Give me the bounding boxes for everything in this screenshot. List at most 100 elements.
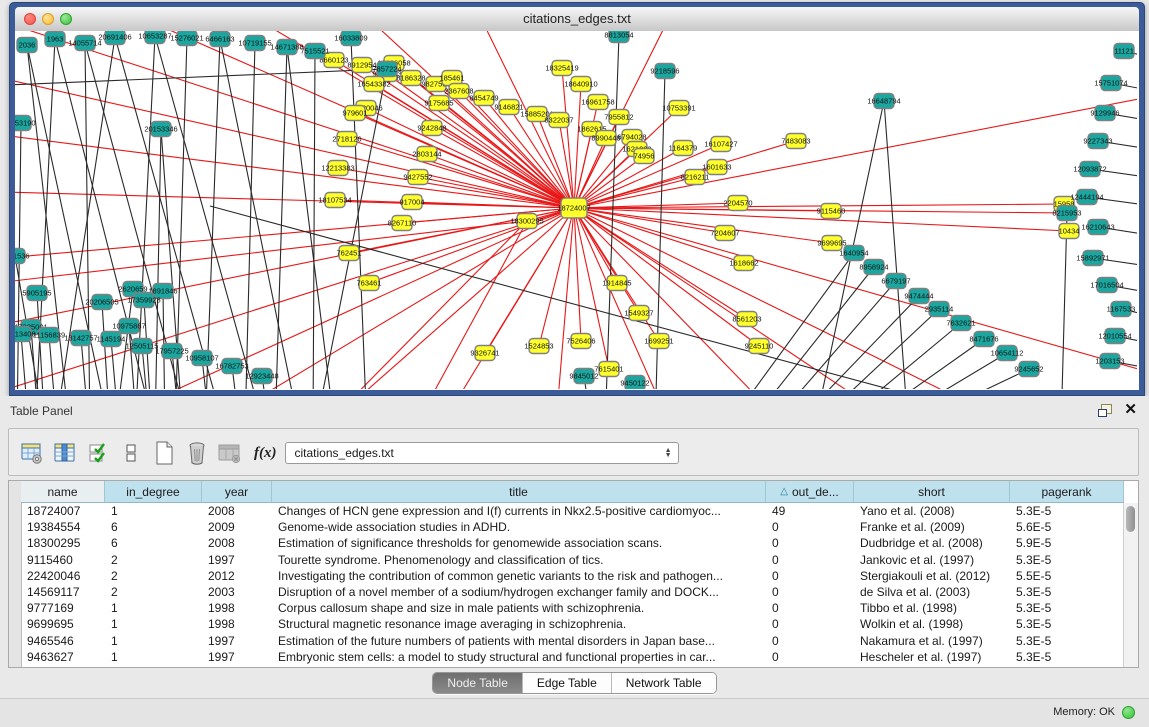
column-header-name[interactable]: name	[21, 481, 105, 503]
graph-node[interactable]: 18724007	[557, 198, 590, 218]
table-cell[interactable]: Yano et al. (2008)	[854, 504, 1010, 518]
graph-node[interactable]: 5905195	[22, 286, 51, 301]
table-cell[interactable]: 5.6E-5	[1010, 520, 1124, 534]
graph-node[interactable]: 8471676	[969, 332, 998, 347]
graph-node[interactable]: 7615401	[594, 362, 623, 377]
graph-node[interactable]: 12923448	[245, 369, 278, 384]
select-columns-icon[interactable]	[52, 440, 78, 466]
table-cell[interactable]: Investigating the contribution of common…	[272, 569, 766, 583]
table-row[interactable]: 969969511998Structural magnetic resonanc…	[21, 616, 1124, 632]
graph-node[interactable]: 12444194	[1070, 190, 1103, 205]
table-cell[interactable]: 1	[105, 650, 202, 664]
graph-node[interactable]: 1640954	[839, 246, 868, 261]
table-cell[interactable]: 1997	[202, 553, 272, 567]
graph-node[interactable]: 8215953	[1052, 206, 1081, 221]
graph-node[interactable]: 9326741	[470, 346, 499, 361]
graph-node[interactable]: 8813054	[604, 31, 633, 43]
table-cell[interactable]: Corpus callosum shape and size in male p…	[272, 601, 766, 615]
table-cell[interactable]: 22420046	[21, 569, 105, 583]
table-cell[interactable]: 19384554	[21, 520, 105, 534]
tab-edge-table[interactable]: Edge Table	[523, 673, 612, 693]
graph-node[interactable]: 20206505	[85, 295, 118, 310]
table-cell[interactable]: Tibbo et al. (1998)	[854, 601, 1010, 615]
graph-node[interactable]: 1524853	[524, 339, 553, 354]
table-cell[interactable]: 18300295	[21, 536, 105, 550]
graph-node[interactable]: 1618662	[729, 256, 758, 271]
table-row[interactable]: 911546021997Tourette syndrome. Phenomeno…	[21, 552, 1124, 568]
graph-node[interactable]: 8216211	[681, 170, 710, 185]
table-cell[interactable]: 5.3E-5	[1010, 634, 1124, 648]
table-cell[interactable]: 5.3E-5	[1010, 601, 1124, 615]
table-cell[interactable]: Nakamura et al. (1997)	[854, 634, 1010, 648]
graph-node[interactable]: 9845012	[569, 369, 598, 384]
table-cell[interactable]: Estimation of significance thresholds fo…	[272, 536, 766, 550]
graph-node[interactable]: 17957225	[155, 344, 188, 359]
table-cell[interactable]: 5.3E-5	[1010, 617, 1124, 631]
table-cell[interactable]: 9465546	[21, 634, 105, 648]
table-cell[interactable]: 1997	[202, 650, 272, 664]
graph-node[interactable]: 1914845	[602, 276, 631, 291]
graph-node[interactable]: 9146821	[494, 100, 523, 115]
column-header-title[interactable]: title	[272, 481, 766, 503]
table-cell[interactable]: 1	[105, 617, 202, 631]
table-cell[interactable]: Genome-wide association studies in ADHD.	[272, 520, 766, 534]
graph-node[interactable]: 9245110	[745, 339, 774, 354]
column-header-pagerank[interactable]: pagerank	[1010, 481, 1124, 503]
graph-node[interactable]: 10654112	[991, 346, 1024, 361]
graph-node[interactable]: 16961758	[581, 95, 614, 110]
table-cell[interactable]: Embryonic stem cells: a model to study s…	[272, 650, 766, 664]
table-cell[interactable]: 0	[766, 585, 854, 599]
window-titlebar[interactable]: citations_edges.txt	[15, 7, 1139, 32]
tab-network-table[interactable]: Network Table	[612, 673, 716, 693]
table-cell[interactable]: 18724007	[21, 504, 105, 518]
graph-node[interactable]: 9427552	[403, 170, 432, 185]
table-cell[interactable]: 9699695	[21, 617, 105, 631]
graph-node[interactable]: 979601	[342, 106, 367, 121]
table-row[interactable]: 1456911722003Disruption of a novel membe…	[21, 584, 1124, 600]
table-row[interactable]: 977716911998Corpus callosum shape and si…	[21, 600, 1124, 616]
graph-node[interactable]: 7955812	[604, 110, 633, 125]
graph-node[interactable]: 9474444	[904, 289, 933, 304]
graph-node[interactable]: 12213383	[321, 161, 354, 176]
table-cell[interactable]: 2	[105, 585, 202, 599]
table-cell[interactable]: 0	[766, 569, 854, 583]
table-cell[interactable]: Changes of HCN gene expression and I(f) …	[272, 504, 766, 518]
graph-node[interactable]: 9115460	[817, 204, 846, 219]
table-cell[interactable]: Wolkin et al. (1998)	[854, 617, 1010, 631]
column-header-out_de[interactable]: △out_de...	[766, 481, 854, 503]
table-row[interactable]: 1830029562008Estimation of significance …	[21, 535, 1124, 551]
table-row[interactable]: 2242004622012Investigating the contribut…	[21, 568, 1124, 584]
graph-node[interactable]: 1991536	[15, 249, 30, 264]
table-cell[interactable]: Dudbridge et al. (2008)	[854, 536, 1010, 550]
graph-node[interactable]: 10958107	[185, 351, 218, 366]
graph-node[interactable]: 14671388	[270, 40, 303, 55]
graph-node[interactable]: 15892971	[1076, 251, 1109, 266]
graph-node[interactable]: 1167533	[1107, 302, 1136, 317]
graph-node[interactable]: 20691406	[98, 31, 131, 45]
graph-node[interactable]: 8267110	[388, 216, 417, 231]
table-cell[interactable]: 0	[766, 634, 854, 648]
table-cell[interactable]: Structural magnetic resonance image aver…	[272, 617, 766, 631]
graph-node[interactable]: 15751074	[1094, 76, 1127, 91]
create-column-icon[interactable]	[151, 440, 177, 466]
table-cell[interactable]: 5.3E-5	[1010, 504, 1124, 518]
table-cell[interactable]: 0	[766, 601, 854, 615]
graph-node[interactable]: 12010554	[1098, 329, 1131, 344]
graph-node[interactable]: 2204570	[723, 196, 752, 211]
graph-node[interactable]: 2036	[17, 38, 37, 53]
graph-node[interactable]: 1699251	[644, 334, 673, 349]
graph-node[interactable]: 9245652	[1014, 362, 1043, 377]
table-cell[interactable]: 1998	[202, 601, 272, 615]
table-cell[interactable]: 1997	[202, 634, 272, 648]
table-row[interactable]: 1938455462009Genome-wide association stu…	[21, 519, 1124, 535]
graph-node[interactable]: 7483083	[781, 134, 810, 149]
graph-node[interactable]: 18325419	[545, 61, 578, 76]
graph-node[interactable]: 8561203	[732, 312, 761, 327]
table-vertical-scrollbar[interactable]	[1123, 503, 1138, 667]
table-cell[interactable]: 0	[766, 617, 854, 631]
table-cell[interactable]: Disruption of a novel member of a sodium…	[272, 585, 766, 599]
graph-node[interactable]: 2803144	[412, 147, 441, 162]
graph-node[interactable]: 1963	[45, 32, 65, 47]
graph-node[interactable]: 7526406	[566, 334, 595, 349]
table-cell[interactable]: Estimation of the future numbers of pati…	[272, 634, 766, 648]
